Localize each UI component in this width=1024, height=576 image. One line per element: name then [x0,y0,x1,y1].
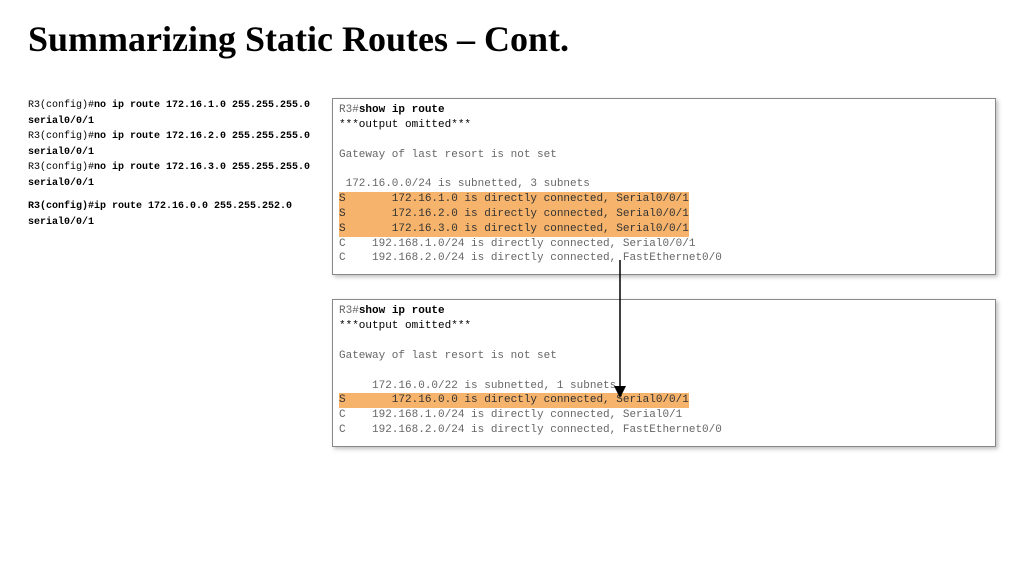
connected-route-2: C 192.168.2.0/24 is directly connected, … [339,424,722,436]
gateway-line: Gateway of last resort is not set [339,149,557,161]
iface-3: serial0/0/1 [28,176,318,192]
terminal-after: R3#show ip route ***output omitted*** Ga… [332,299,996,447]
static-route-1: S 172.16.1.0 is directly connected, Seri… [339,192,689,207]
connected-route-1: C 192.168.1.0/24 is directly connected, … [339,238,695,250]
static-route-3: S 172.16.3.0 is directly connected, Seri… [339,222,689,237]
config-commands: R3(config)#no ip route 172.16.1.0 255.25… [28,98,318,447]
static-route-summary: S 172.16.0.0 is directly connected, Seri… [339,393,689,408]
cmd-show-ip-route: show ip route [359,305,445,317]
terminal-before: R3#show ip route ***output omitted*** Ga… [332,98,996,275]
content-area: R3(config)#no ip route 172.16.1.0 255.25… [0,72,1024,447]
cmd-show-ip-route: show ip route [359,104,445,116]
static-route-2: S 172.16.2.0 is directly connected, Seri… [339,207,689,222]
cmd-no-route-1: no ip route 172.16.1.0 255.255.255.0 [94,100,310,111]
cmd-no-route-3: no ip route 172.16.3.0 255.255.255.0 [94,162,310,173]
gateway-line: Gateway of last resort is not set [339,350,557,362]
subnet-header: 172.16.0.0/22 is subnetted, 1 subnets [339,380,616,392]
connected-route-1: C 192.168.1.0/24 is directly connected, … [339,409,682,421]
prompt: R3# [339,305,359,317]
subnet-header: 172.16.0.0/24 is subnetted, 3 subnets [339,178,590,190]
connected-route-2: C 192.168.2.0/24 is directly connected, … [339,252,722,264]
output-omitted: ***output omitted*** [339,320,471,332]
prompt: R3# [339,104,359,116]
terminal-outputs: R3#show ip route ***output omitted*** Ga… [332,98,996,447]
output-omitted: ***output omitted*** [339,119,471,131]
prompt: R3(config)# [28,100,94,111]
page-title: Summarizing Static Routes – Cont. [0,0,1024,72]
cmd-add-summary-route: R3(config)#ip route 172.16.0.0 255.255.2… [28,199,318,230]
prompt: R3(config)# [28,131,94,142]
cmd-no-route-2: no ip route 172.16.2.0 255.255.255.0 [94,131,310,142]
prompt: R3(config)# [28,162,94,173]
iface-2: serial0/0/1 [28,145,318,161]
iface-1: serial0/0/1 [28,114,318,130]
